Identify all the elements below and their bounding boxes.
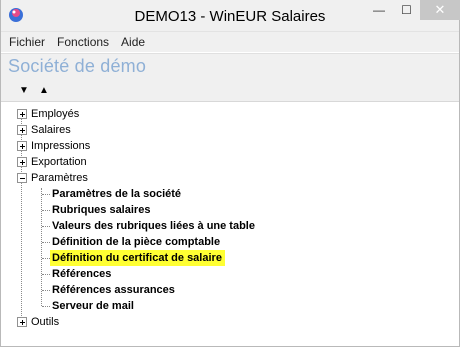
maximize-button[interactable]: ☐ bbox=[393, 0, 420, 20]
tree-item-parametres-societe[interactable]: Paramètres de la société bbox=[52, 186, 181, 202]
expand-icon[interactable] bbox=[17, 141, 27, 151]
tree-item-serveur-mail[interactable]: Serveur de mail bbox=[52, 298, 134, 314]
expand-icon[interactable] bbox=[17, 109, 27, 119]
tree-connector bbox=[42, 274, 50, 275]
menu-fichier[interactable]: Fichier bbox=[5, 32, 49, 52]
tree-connector bbox=[42, 226, 50, 227]
tree-item-piece-comptable[interactable]: Définition de la pièce comptable bbox=[52, 234, 220, 250]
title-bar[interactable]: DEMO13 - WinEUR Salaires — ☐ ✕ bbox=[1, 0, 460, 32]
move-up-icon[interactable]: ▲ bbox=[36, 82, 52, 98]
move-down-icon[interactable]: ▼ bbox=[16, 82, 32, 98]
tree-connector bbox=[41, 188, 42, 306]
collapse-icon[interactable] bbox=[17, 173, 27, 183]
tree-item-rubriques-salaires[interactable]: Rubriques salaires bbox=[52, 202, 150, 218]
menu-bar: Fichier Fonctions Aide bbox=[1, 32, 459, 52]
tree-item-certificat-salaire[interactable]: Définition du certificat de salaire bbox=[50, 250, 225, 266]
tree-connector bbox=[42, 258, 50, 259]
tree-node-label: Exportation bbox=[31, 156, 87, 168]
minimize-button[interactable]: — bbox=[365, 0, 393, 20]
company-name: Société de démo bbox=[8, 56, 147, 76]
company-header: Société de démo bbox=[1, 53, 459, 80]
navigation-tree: Employés Salaires Impressions Exportatio… bbox=[1, 102, 459, 346]
tree-node-label: Paramètres bbox=[31, 172, 88, 184]
tree-connector bbox=[42, 242, 50, 243]
tree-item-references[interactable]: Références bbox=[52, 266, 111, 282]
tree-connector bbox=[42, 306, 50, 307]
tree-node-label: Employés bbox=[31, 108, 80, 120]
menu-aide[interactable]: Aide bbox=[117, 32, 149, 52]
tree-connector bbox=[42, 210, 50, 211]
tree-item-valeurs-rubriques[interactable]: Valeurs des rubriques liées à une table bbox=[52, 218, 255, 234]
tree-item-references-assurances[interactable]: Références assurances bbox=[52, 282, 175, 298]
app-logo-icon bbox=[9, 8, 23, 22]
tree-node-label: Outils bbox=[31, 316, 60, 328]
expand-icon[interactable] bbox=[17, 157, 27, 167]
close-button[interactable]: ✕ bbox=[420, 0, 460, 20]
app-window: DEMO13 - WinEUR Salaires — ☐ ✕ Fichier F… bbox=[0, 0, 460, 347]
tree-connector bbox=[42, 194, 50, 195]
tree-node-label: Impressions bbox=[31, 140, 91, 152]
tree-connector bbox=[42, 290, 50, 291]
menu-fonctions[interactable]: Fonctions bbox=[53, 32, 113, 52]
toolbar: ▼ ▲ bbox=[1, 80, 459, 102]
tree-node-label: Salaires bbox=[31, 124, 71, 136]
expand-icon[interactable] bbox=[17, 125, 27, 135]
expand-icon[interactable] bbox=[17, 317, 27, 327]
